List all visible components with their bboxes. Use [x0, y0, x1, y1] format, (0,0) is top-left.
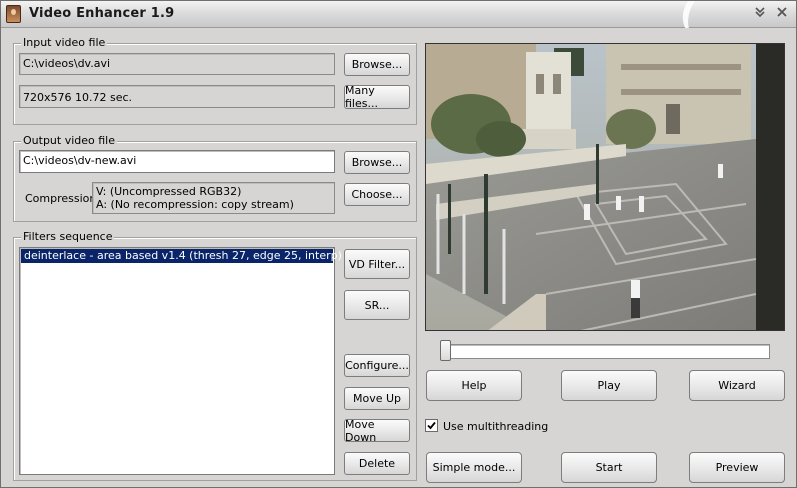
input-group-label: Input video file [21, 36, 108, 49]
app-icon[interactable] [6, 5, 21, 23]
video-preview [425, 43, 785, 331]
play-button[interactable]: Play [561, 370, 657, 401]
title-decoration [673, 1, 717, 28]
compression-audio: A: (No recompression: copy stream) [96, 198, 294, 211]
sr-button[interactable]: SR... [344, 290, 410, 320]
main-window: Video Enhancer 1.9 Input video file C:\v… [0, 0, 797, 488]
list-item[interactable]: deinterlace - area based v1.4 (thresh 27… [21, 249, 342, 263]
wizard-button[interactable]: Wizard [689, 370, 785, 401]
window-title: Video Enhancer 1.9 [29, 6, 175, 21]
delete-button[interactable]: Delete [344, 452, 410, 475]
seek-slider-thumb[interactable] [440, 340, 451, 361]
move-down-button[interactable]: Move Down [344, 418, 410, 444]
simple-mode-button[interactable]: Simple mode... [426, 452, 522, 483]
compression-video: V: (Uncompressed RGB32) [96, 185, 242, 198]
input-info-field: 720x576 10.72 sec. [19, 85, 335, 108]
title-bar[interactable]: Video Enhancer 1.9 [1, 1, 796, 28]
compression-info: V: (Uncompressed RGB32) A: (No recompres… [92, 182, 335, 214]
output-group-label: Output video file [21, 134, 118, 147]
help-button[interactable]: Help [426, 370, 522, 401]
input-browse-button[interactable]: Browse... [344, 53, 410, 76]
checkmark-icon [427, 421, 436, 430]
multithreading-label[interactable]: Use multithreading [443, 420, 548, 433]
choose-compression-button[interactable]: Choose... [344, 183, 410, 206]
output-path-input[interactable]: C:\videos\dv-new.avi [19, 150, 335, 173]
video-frame-image [426, 44, 784, 330]
multithreading-checkbox[interactable] [425, 419, 438, 432]
vd-filter-button[interactable]: VD Filter... [344, 249, 410, 279]
double-chevron-down-icon[interactable] [752, 6, 768, 22]
output-browse-button[interactable]: Browse... [344, 151, 410, 174]
move-up-button[interactable]: Move Up [344, 387, 410, 410]
preview-button[interactable]: Preview [689, 452, 785, 483]
seek-slider-track[interactable] [441, 344, 770, 359]
filters-list[interactable]: deinterlace - area based v1.4 (thresh 27… [19, 247, 342, 475]
filters-group-label: Filters sequence [21, 230, 115, 243]
close-icon[interactable] [774, 6, 790, 22]
compression-label: Compression: [25, 192, 101, 205]
many-files-button[interactable]: Many files... [344, 84, 410, 110]
configure-button[interactable]: Configure... [344, 354, 410, 377]
start-button[interactable]: Start [561, 452, 657, 483]
input-path-field: C:\videos\dv.avi [19, 53, 335, 75]
